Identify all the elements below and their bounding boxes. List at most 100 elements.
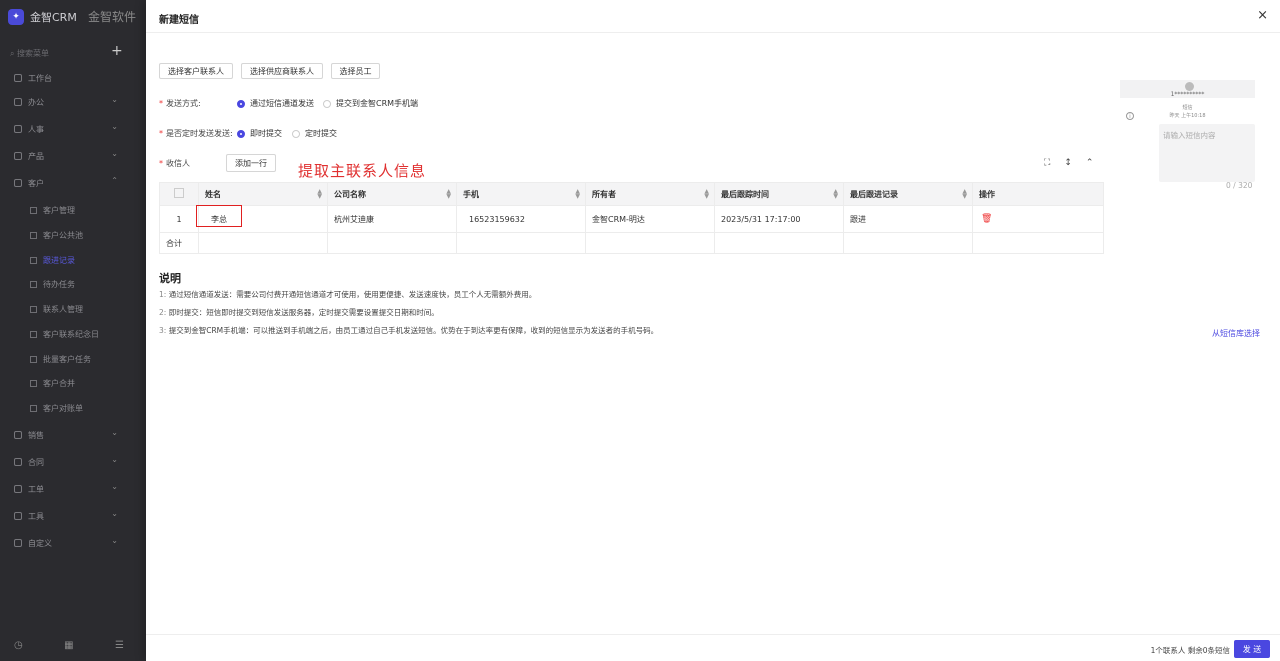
contract-icon: [14, 458, 22, 466]
sidebar-sub-anniversary[interactable]: 客户联系纪念日: [30, 329, 99, 340]
note-num: 2:: [159, 308, 167, 317]
row-height-icon[interactable]: ↕: [1064, 158, 1072, 168]
cell-phone[interactable]: 16523159632: [456, 205, 586, 233]
summary-cell: [327, 232, 457, 254]
sidebar-item-contract[interactable]: 合同 ⌄: [14, 455, 124, 469]
sort-icon[interactable]: ▲ ▼: [317, 189, 322, 200]
close-icon[interactable]: ×: [1257, 8, 1268, 23]
collapse-icon[interactable]: ☰: [115, 640, 124, 651]
select-all-checkbox[interactable]: [159, 182, 199, 206]
sidebar-item-label: 自定义: [28, 538, 52, 548]
sidebar-sub-followup[interactable]: 跟进记录: [30, 255, 75, 266]
sidebar-item-sales[interactable]: 销售 ⌄: [14, 428, 124, 442]
cell-last-time[interactable]: 2023/5/31 17:17:00: [714, 205, 844, 233]
chevron-up-icon: ⌃: [111, 176, 118, 185]
note-item: 2: 即时提交：短信即时提交到短信发送服务器，定时提交需要设置提交日期和时间。: [159, 307, 439, 318]
radio-scheduled[interactable]: 定时提交: [292, 128, 337, 139]
summary-cell: [972, 232, 1104, 254]
sidebar-sub-statement[interactable]: 客户对账单: [30, 403, 83, 414]
sidebar-sub-customer-mgmt[interactable]: 客户管理: [30, 205, 75, 216]
cell-owner[interactable]: 金智CRM-明达: [585, 205, 715, 233]
menu-search-placeholder: 搜索菜单: [17, 49, 50, 58]
new-sms-drawer: 新建短信 × 选择客户联系人 选择供应商联系人 选择员工 * 发送方式: 通过短信…: [146, 0, 1280, 661]
sort-icon[interactable]: ▲ ▼: [962, 189, 967, 200]
workorder-icon: [14, 485, 22, 493]
annotation-text: 提取主联系人信息: [298, 162, 427, 180]
col-phone[interactable]: 手机 ▲ ▼: [456, 182, 586, 206]
select-supplier-contact-button[interactable]: 选择供应商联系人: [241, 63, 323, 79]
col-header-label: 操作: [979, 189, 995, 199]
col-name[interactable]: 姓名 ▲ ▼: [198, 182, 328, 206]
col-header-label: 手机: [463, 189, 479, 199]
sidebar-item-office[interactable]: 办公 ⌄: [14, 95, 124, 109]
info-icon[interactable]: i: [1126, 112, 1134, 120]
chevron-down-icon: ⌄: [111, 482, 118, 491]
recipient-label-text: 收信人: [166, 159, 190, 168]
chevron-down-icon: ⌄: [111, 122, 118, 131]
sidebar-sub-label: 客户联系纪念日: [43, 330, 99, 339]
from-library-link[interactable]: 从短信库选择: [1212, 328, 1260, 339]
summary-cell: [843, 232, 973, 254]
send-button[interactable]: 发 送: [1234, 640, 1270, 658]
sidebar-sub-batch-tasks[interactable]: 批量客户任务: [30, 354, 91, 365]
col-last-track-time[interactable]: 最后跟踪时间 ▲ ▼: [714, 182, 844, 206]
history-icon[interactable]: ◷: [14, 640, 23, 651]
radio-label: 通过短信通道发送: [250, 99, 314, 108]
sidebar-sub-contacts[interactable]: 联系人管理: [30, 304, 83, 315]
fullscreen-icon[interactable]: ⛶: [1044, 158, 1050, 168]
add-row-button[interactable]: 添加一行: [226, 154, 276, 172]
radio-sms-channel[interactable]: 通过短信通道发送: [237, 98, 314, 109]
sidebar-item-workbench[interactable]: 工作台: [14, 71, 124, 85]
timed-send-label-text: 是否定时发送发送:: [166, 129, 233, 138]
table-header-row: 姓名 ▲ ▼ 公司名称 ▲ ▼ 手机 ▲ ▼ 所有者 ▲ ▼ 最后跟踪时间 ▲ ▼ 最后跟进记录 ▲ ▼…: [159, 182, 1104, 206]
radio-label: 即时提交: [250, 129, 282, 138]
sort-icon[interactable]: ▲ ▼: [833, 189, 838, 200]
pool-icon: [30, 232, 37, 239]
sort-icon[interactable]: ▲ ▼: [704, 189, 709, 200]
sidebar-item-customer[interactable]: 客户 ⌃: [14, 176, 124, 190]
chevron-down-icon: ⌄: [111, 455, 118, 464]
sidebar-sub-label: 批量客户任务: [43, 355, 91, 364]
chevron-down-icon: ⌄: [111, 536, 118, 545]
office-icon: [14, 98, 22, 106]
cell-last-record[interactable]: 跟进: [843, 205, 973, 233]
sidebar: ✦ 金智CRM ⌕ 搜索菜单 + 工作台 办公 ⌄ 人事 ⌄ 产品 ⌄ 客户 ⌃ 客户管…: [0, 0, 146, 661]
sidebar-item-label: 工具: [28, 511, 44, 521]
sidebar-item-tools[interactable]: 工具 ⌄: [14, 509, 124, 523]
preview-time: 昨天 上午10:18: [1169, 113, 1206, 119]
delete-icon[interactable]: 🗑: [981, 214, 992, 224]
select-customer-contact-button[interactable]: 选择客户联系人: [159, 63, 233, 79]
menu-search-input[interactable]: ⌕ 搜索菜单: [10, 48, 110, 59]
todo-icon: [30, 281, 37, 288]
sidebar-sub-public-pool[interactable]: 客户公共池: [30, 230, 83, 241]
summary-label: 合计: [159, 232, 199, 254]
collapse-up-icon[interactable]: ⌃: [1086, 158, 1094, 168]
select-staff-button[interactable]: 选择员工: [331, 63, 380, 79]
radio-checked-icon: [237, 99, 245, 108]
sidebar-sub-merge[interactable]: 客户合并: [30, 378, 75, 389]
col-header-label: 最后跟踪时间: [721, 189, 769, 199]
sidebar-item-label: 客户: [28, 178, 44, 188]
sidebar-sub-todo[interactable]: 待办任务: [30, 279, 75, 290]
col-owner[interactable]: 所有者 ▲ ▼: [585, 182, 715, 206]
sidebar-item-hr[interactable]: 人事 ⌄: [14, 122, 124, 136]
sidebar-item-custom[interactable]: 自定义 ⌄: [14, 536, 124, 550]
col-last-record[interactable]: 最后跟进记录 ▲ ▼: [843, 182, 973, 206]
sidebar-sub-label: 待办任务: [43, 280, 75, 289]
sort-icon[interactable]: ▲ ▼: [446, 189, 451, 200]
grid-icon[interactable]: ▦: [64, 640, 73, 651]
sort-icon[interactable]: ▲ ▼: [575, 189, 580, 200]
sidebar-item-label: 产品: [28, 151, 44, 161]
summary-cell: [585, 232, 715, 254]
add-icon[interactable]: +: [111, 43, 123, 59]
cell-company[interactable]: 杭州艾迪康: [327, 205, 457, 233]
radio-instant[interactable]: 即时提交: [237, 128, 282, 139]
sidebar-item-product[interactable]: 产品 ⌄: [14, 149, 124, 163]
sidebar-bottom-bar: ◷ ▦ ☰: [14, 640, 124, 651]
radio-mobile-app[interactable]: 提交到金智CRM手机端: [323, 98, 418, 109]
customer-icon: [14, 179, 22, 187]
summary-cell: [714, 232, 844, 254]
col-company[interactable]: 公司名称 ▲ ▼: [327, 182, 457, 206]
sms-content-textarea[interactable]: 请输入短信内容: [1159, 124, 1255, 182]
sidebar-item-workorder[interactable]: 工单 ⌄: [14, 482, 124, 496]
